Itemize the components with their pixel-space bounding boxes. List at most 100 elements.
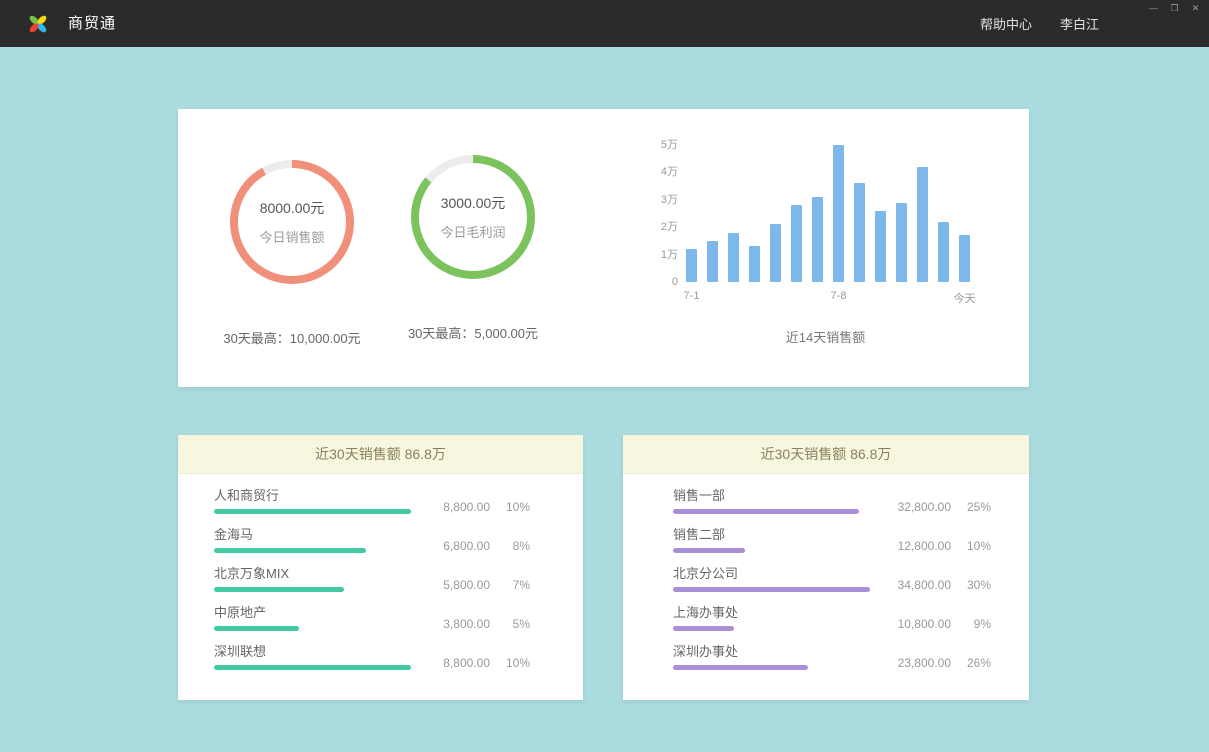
list-item: 中原地产3,800.005%: [214, 605, 530, 644]
window-controls: [1146, 2, 1203, 15]
bar: [728, 233, 739, 282]
close-icon[interactable]: [1188, 2, 1203, 15]
bar-chart-x-axis: 7-1 7-8 今天: [648, 290, 1013, 306]
maximize-icon[interactable]: [1167, 2, 1182, 15]
list-item: 金海马6,800.008%: [214, 527, 530, 566]
row-percent: 5%: [504, 617, 530, 631]
minimize-icon[interactable]: [1146, 2, 1161, 15]
row-percent: 26%: [965, 656, 991, 670]
x-tick-label: 7-8: [831, 290, 847, 302]
bar: [854, 183, 865, 282]
today-profit-donut-block: 3000.00元 今日毛利润 30天最高：5,000.00元: [378, 155, 568, 342]
list-item: 人和商贸行8,800.0010%: [214, 488, 530, 527]
list-item: 上海办事处10,800.009%: [673, 605, 991, 644]
progress-bar: [214, 548, 366, 553]
row-value-group: 23,800.00 26%: [898, 656, 991, 670]
bar: [686, 249, 697, 282]
bar: [749, 246, 760, 282]
list-item: 销售一部32,800.0025%: [673, 488, 991, 527]
today-profit-donut-chart: 3000.00元 今日毛利润: [411, 155, 535, 279]
bar: [875, 211, 886, 282]
progress-bar: [214, 587, 344, 592]
row-percent: 10%: [504, 500, 530, 514]
today-profit-caption: 今日毛利润: [440, 222, 505, 241]
bar: [812, 197, 823, 282]
row-percent: 10%: [965, 539, 991, 553]
row-amount: 34,800.00: [898, 578, 951, 592]
row-value-group: 3,800.00 5%: [443, 617, 530, 631]
bar: [707, 241, 718, 282]
customer-sales-header: 近30天销售额 86.8万: [178, 435, 583, 474]
y-tick-label: 0: [648, 276, 678, 288]
row-amount: 23,800.00: [898, 656, 951, 670]
progress-bar: [214, 665, 411, 670]
bar: [791, 205, 802, 282]
progress-bar: [214, 509, 411, 514]
today-sales-30day-max: 30天最高：10,000.00元: [197, 328, 387, 347]
row-amount: 6,800.00: [443, 539, 490, 553]
today-profit-value: 3000.00元: [441, 193, 506, 213]
row-value-group: 10,800.00 9%: [898, 617, 991, 631]
list-item: 北京万象MIX5,800.007%: [214, 566, 530, 605]
department-sales-header: 近30天销售额 86.8万: [623, 435, 1029, 474]
department-sales-card: 近30天销售额 86.8万 销售一部32,800.0025%销售二部12,800…: [623, 435, 1029, 700]
row-percent: 7%: [504, 578, 530, 592]
bar-chart-bars: [686, 145, 970, 282]
today-sales-donut-chart: 8000.00元 今日销售额: [230, 160, 354, 284]
sales-14day-bar-chart: 5万4万3万2万1万0 7-17-8今天 近14天销售额: [648, 139, 1013, 344]
list-item: 北京分公司34,800.0030%: [673, 566, 991, 605]
app-title: 商贸通: [68, 0, 116, 47]
row-value-group: 6,800.00 8%: [443, 539, 530, 553]
row-amount: 3,800.00: [443, 617, 490, 631]
bar: [770, 224, 781, 282]
x-tick-label: 今天: [954, 290, 976, 306]
bar: [959, 235, 970, 282]
x-tick-label: 7-1: [684, 290, 700, 302]
row-percent: 30%: [965, 578, 991, 592]
row-percent: 8%: [504, 539, 530, 553]
progress-bar: [673, 665, 808, 670]
y-tick-label: 2万: [648, 221, 678, 233]
bar: [917, 167, 928, 282]
row-value-group: 5,800.00 7%: [443, 578, 530, 592]
list-item: 深圳办事处23,800.0026%: [673, 644, 991, 683]
row-value-group: 32,800.00 25%: [898, 500, 991, 514]
progress-bar: [673, 548, 745, 553]
row-value-group: 34,800.00 30%: [898, 578, 991, 592]
row-percent: 25%: [965, 500, 991, 514]
list-item: 销售二部12,800.0010%: [673, 527, 991, 566]
y-tick-label: 5万: [648, 139, 678, 151]
y-tick-label: 4万: [648, 166, 678, 178]
row-amount: 32,800.00: [898, 500, 951, 514]
bar: [896, 203, 907, 282]
help-center-link[interactable]: 帮助中心: [980, 14, 1032, 33]
row-value-group: 8,800.00 10%: [443, 656, 530, 670]
department-sales-rows: 销售一部32,800.0025%销售二部12,800.0010%北京分公司34,…: [673, 474, 991, 683]
row-value-group: 12,800.0010%: [898, 539, 991, 553]
progress-bar: [214, 626, 299, 631]
row-amount: 8,800.00: [443, 656, 490, 670]
progress-bar: [673, 626, 734, 631]
customer-sales-card: 近30天销售额 86.8万 人和商贸行8,800.0010%金海马6,800.0…: [178, 435, 583, 700]
bar: [833, 145, 844, 282]
today-sales-value: 8000.00元: [260, 198, 325, 218]
bar: [938, 222, 949, 282]
y-tick-label: 1万: [648, 249, 678, 261]
user-name-link[interactable]: 李白江: [1060, 14, 1099, 33]
row-percent: 10%: [504, 656, 530, 670]
summary-card: 8000.00元 今日销售额 30天最高：10,000.00元 3000.00元…: [178, 109, 1029, 387]
list-item: 深圳联想8,800.0010%: [214, 644, 530, 683]
customer-sales-rows: 人和商贸行8,800.0010%金海马6,800.008%北京万象MIX5,80…: [214, 474, 530, 683]
row-amount: 5,800.00: [443, 578, 490, 592]
app-window: 商贸通 帮助中心 李白江 8000.00元 今日销售额 30天最高：10,000…: [0, 0, 1209, 752]
today-sales-donut-block: 8000.00元 今日销售额 30天最高：10,000.00元: [197, 160, 387, 347]
titlebar: 商贸通 帮助中心 李白江: [0, 0, 1209, 47]
progress-bar: [673, 587, 870, 592]
bar-chart-title: 近14天销售额: [648, 327, 1003, 346]
row-value-group: 8,800.0010%: [443, 500, 530, 514]
row-percent: 9%: [965, 617, 991, 631]
app-logo-icon: [26, 12, 50, 36]
today-sales-caption: 今日销售额: [259, 227, 324, 246]
today-profit-30day-max: 30天最高：5,000.00元: [378, 323, 568, 342]
row-amount: 10,800.00: [898, 617, 951, 631]
